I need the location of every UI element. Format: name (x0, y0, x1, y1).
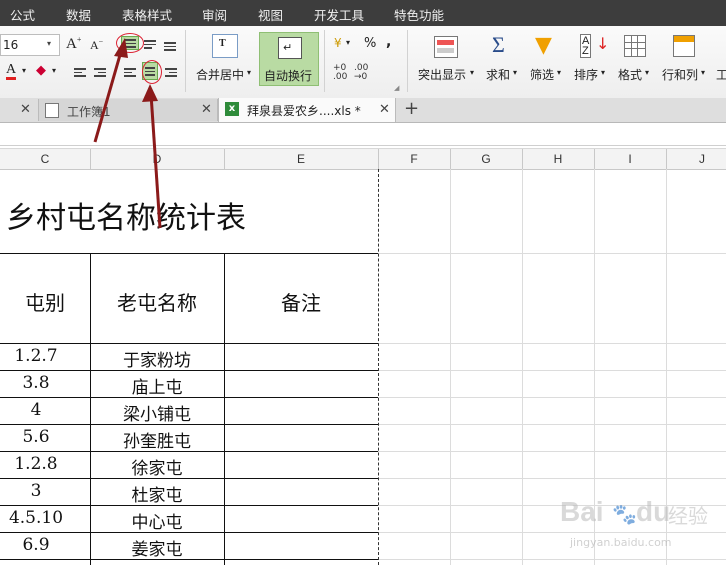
annotation-arrow-1 (93, 38, 128, 143)
baidu-watermark: Bai 🐾 du 经验 jingyan.baidu.com (560, 496, 720, 560)
watermark-brand-2: du (636, 496, 671, 527)
annotation-arrow-2 (142, 84, 162, 229)
watermark-cn: 经验 (668, 504, 708, 528)
watermark-url: jingyan.baidu.com (570, 536, 672, 549)
paw-icon: 🐾 (612, 502, 637, 526)
annotation-arrows (93, 38, 162, 229)
watermark-brand: Bai (560, 496, 604, 527)
